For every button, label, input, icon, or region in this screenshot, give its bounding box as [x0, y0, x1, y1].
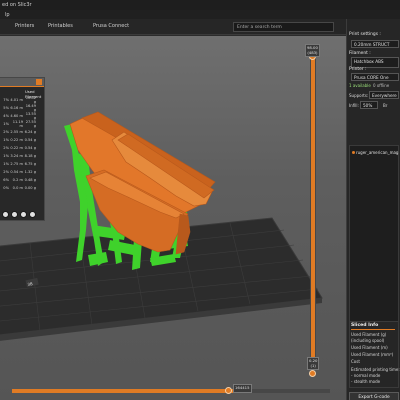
layer-slider-fill — [311, 57, 315, 363]
tab-prusa-connect[interactable]: Prusa Connect — [93, 23, 129, 29]
move-slider-label: 164415 — [233, 384, 252, 393]
view-front-icon[interactable] — [20, 211, 27, 218]
window-title: ed on Slic3r — [2, 2, 32, 8]
printer-combo[interactable]: Prusa CORE One — [351, 73, 399, 81]
supports-combo[interactable]: Everywhere — [369, 91, 399, 99]
legend-row: 0% 0.0 m 0.00 g — [3, 186, 36, 190]
layer-slider-bottom-thumb[interactable] — [309, 370, 316, 377]
sliced-info-line: Used Filament (m) — [351, 345, 388, 350]
menu-bar: lp — [0, 10, 400, 19]
3d-viewport[interactable]: 3B Used Filament 7% 4.01 m 10.82 g 5% 6.… — [0, 36, 346, 400]
dropdown-icon[interactable] — [36, 79, 42, 85]
search-input[interactable]: Enter a search term — [233, 22, 334, 32]
menu-item-help[interactable]: lp — [5, 12, 10, 18]
sliced-info-title: Sliced Info — [351, 323, 396, 330]
tab-printables[interactable]: Printables — [48, 23, 73, 29]
gcode-legend-panel: Used Filament 7% 4.01 m 10.82 g 5% 6.16 m 16… — [0, 77, 45, 221]
tab-printers[interactable]: Printers — [15, 23, 34, 29]
legend-row: 7% 4.01 m 10.82 g — [3, 96, 36, 104]
infill-combo[interactable]: 50% — [360, 101, 378, 109]
printer-offline: 0 offline — [373, 83, 390, 88]
right-sidebar: Print settings : 0.20mm STRUCT Filament … — [346, 19, 400, 400]
legend-header — [0, 78, 44, 87]
title-bar: ed on Slic3r — [0, 0, 400, 10]
filament-label: Filament : — [349, 51, 371, 56]
print-settings-combo[interactable]: 0.20mm STRUCT — [351, 40, 399, 48]
tab-bar: Printers Printables Prusa Connect Enter … — [0, 19, 346, 35]
search-placeholder: Enter a search term — [237, 25, 282, 30]
sliced-info-panel: Sliced Info Used Filament (g) (including… — [349, 321, 400, 388]
view-icons — [2, 211, 36, 218]
sliced-info-line: - normal mode — [351, 373, 381, 378]
move-slider-fill — [12, 389, 239, 393]
sliced-info-line: Estimated printing time: — [351, 367, 400, 372]
view-top-icon[interactable] — [11, 211, 18, 218]
legend-row: 2% 0.22 m 0.54 g — [3, 146, 36, 150]
legend-row: 1% 3.24 m 8.18 g — [3, 154, 36, 158]
legend-row: 5% 6.16 m 16.49 g — [3, 104, 36, 112]
legend-row: 6% 0.2 m 0.48 g — [3, 178, 36, 182]
sliced-info-line: Used Filament (mm³) — [351, 352, 394, 357]
legend-rows: 7% 4.01 m 10.82 g 5% 6.16 m 16.49 g 4% 4.60 m… — [0, 96, 44, 192]
brim-label: Br — [383, 103, 388, 108]
legend-row: 1% 2.75 m 6.75 g — [3, 162, 36, 166]
filament-name: Hatchbox ABS — [354, 59, 384, 64]
print-preview-scene: 3B — [0, 111, 323, 341]
legend-row: 2% 0.54 m 1.32 g — [3, 170, 36, 174]
sliced-info-line: Cost — [351, 359, 360, 364]
view-iso-icon[interactable] — [2, 211, 9, 218]
layer-slider[interactable] — [310, 45, 316, 365]
list-item[interactable]: ruger_american_mag — [352, 150, 398, 155]
layer-top-label: 98.00 (483) — [305, 44, 320, 57]
sliced-info-line: - stealth mode — [351, 379, 381, 384]
layer-bottom-label: 0.20 (1) — [307, 357, 320, 370]
infill-label: Infill: — [349, 103, 359, 108]
print-settings-label: Print settings : — [349, 32, 381, 37]
sliced-info-line: (including spool) — [351, 338, 385, 343]
view-side-icon[interactable] — [29, 211, 36, 218]
legend-row: 4% 4.60 m 13.55 g — [3, 112, 36, 120]
object-icon — [352, 151, 355, 154]
printer-available: 1 available — [349, 83, 371, 88]
legend-row: 1% 11.19 m 27.55 g — [3, 120, 36, 128]
printer-label: Printer : — [349, 67, 367, 72]
sliced-info-line: Used Filament (g) — [351, 332, 387, 337]
move-slider[interactable] — [12, 389, 330, 393]
export-gcode-button[interactable]: Export G-code — [349, 392, 399, 400]
legend-row: 1% 0.22 m 0.54 g — [3, 138, 36, 142]
move-slider-thumb[interactable] — [225, 387, 232, 394]
object-list: ruger_american_mag — [349, 145, 399, 331]
legend-row: 2% 2.55 m 6.24 g — [3, 130, 36, 134]
supports-label: Supports: — [349, 93, 369, 98]
